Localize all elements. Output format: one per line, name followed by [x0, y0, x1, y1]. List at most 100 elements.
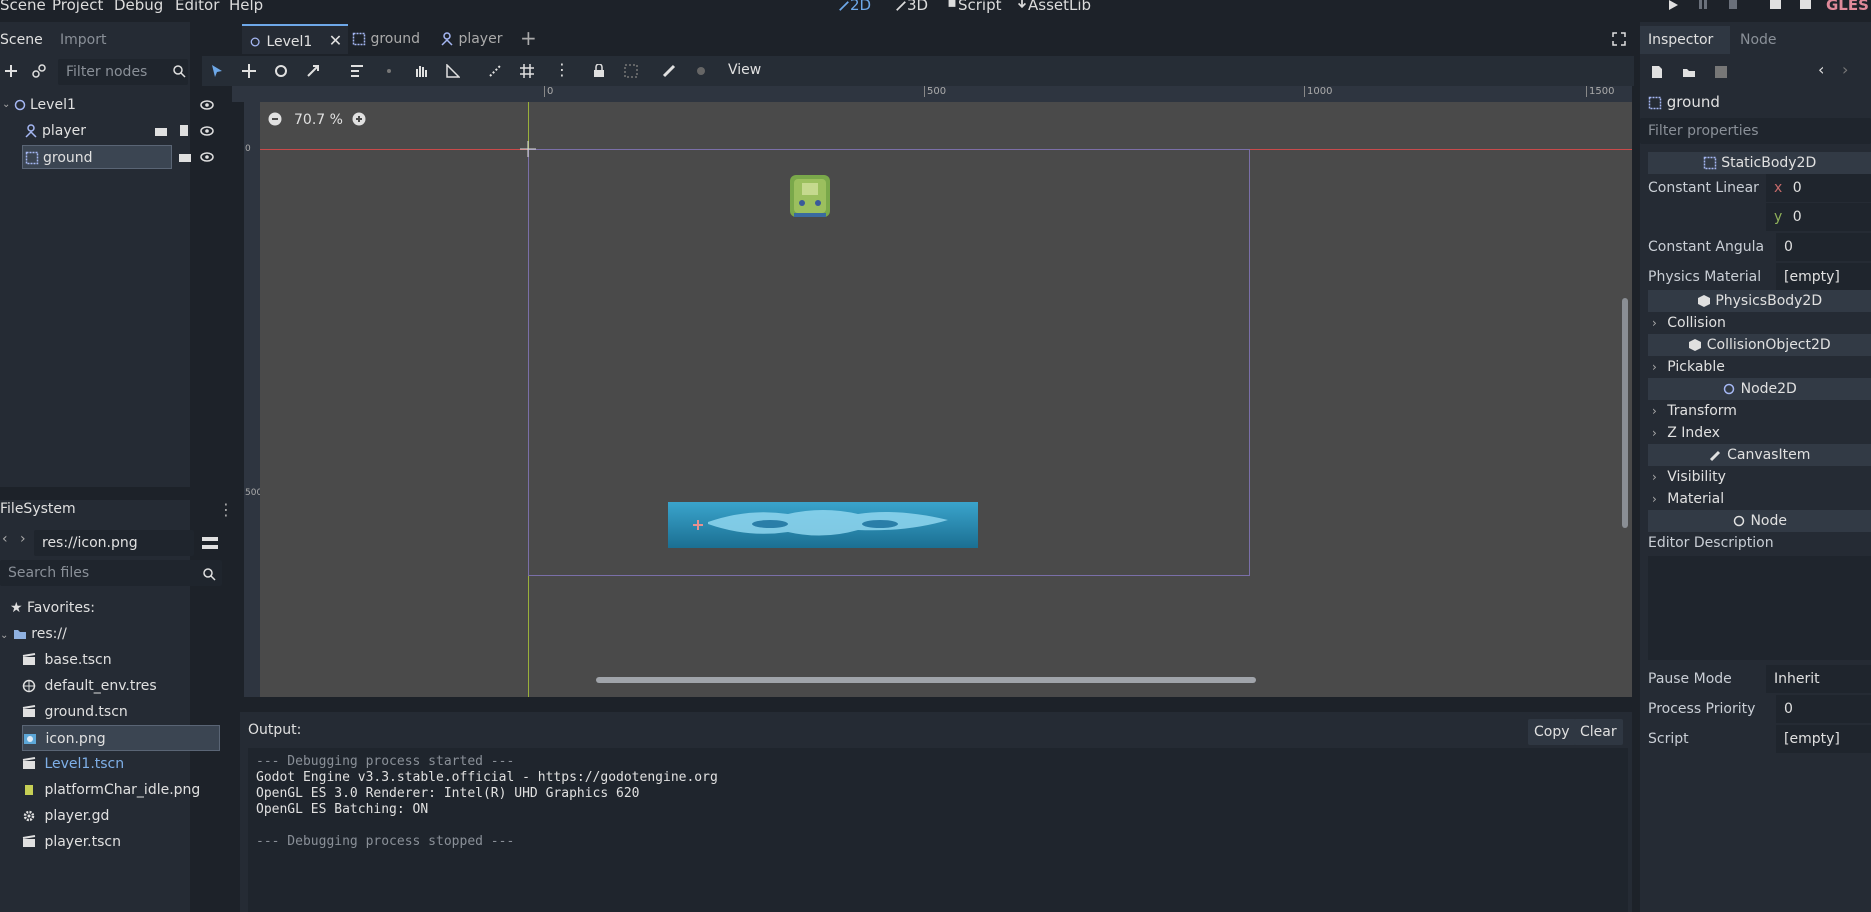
menu-project[interactable]: Project	[52, 0, 103, 14]
file-item[interactable]: ground.tscn	[22, 699, 128, 725]
file-item-selected[interactable]: icon.png	[22, 725, 220, 751]
split-view-icon[interactable]	[202, 535, 218, 551]
menu-debug[interactable]: Debug	[114, 0, 163, 14]
select-mode-icon[interactable]	[210, 64, 224, 78]
add-node-icon[interactable]	[4, 64, 18, 78]
physics-material-field[interactable]: [empty]	[1776, 263, 1871, 291]
camera-override-icon[interactable]	[694, 64, 708, 78]
menu-scene[interactable]: Scene	[0, 0, 46, 14]
pause-mode-select[interactable]: Inherit	[1766, 665, 1871, 693]
visibility-icon[interactable]	[200, 99, 214, 111]
zoom-level[interactable]: 70.7 %	[294, 112, 343, 128]
close-icon[interactable]: ✕	[329, 31, 342, 50]
group-z-index[interactable]: › Z Index	[1652, 422, 1720, 444]
file-item[interactable]: player.gd	[22, 803, 109, 829]
copy-button[interactable]: Copy	[1528, 719, 1576, 745]
clear-button[interactable]: Clear	[1574, 719, 1623, 745]
pause-icon[interactable]	[1696, 0, 1710, 10]
mode-3d[interactable]: 3D	[895, 0, 928, 14]
mode-2d[interactable]: 2D	[838, 0, 871, 14]
history-forward-icon[interactable]: ›	[1842, 60, 1848, 79]
zoom-in-icon[interactable]	[352, 112, 366, 126]
back-icon[interactable]: ‹	[2, 531, 8, 547]
mode-script[interactable]: Script	[946, 0, 1002, 14]
file-item[interactable]: player.tscn	[22, 829, 121, 855]
save-icon[interactable]	[1714, 65, 1728, 79]
chevron-down-icon[interactable]: ⌄	[0, 630, 8, 641]
list-select-icon[interactable]	[350, 64, 364, 78]
load-resource-icon[interactable]	[1682, 65, 1696, 79]
group-collision[interactable]: › Collision	[1652, 312, 1726, 334]
editor-description-field[interactable]	[1648, 556, 1871, 660]
script-icon[interactable]	[178, 124, 190, 138]
add-tab-icon[interactable]: +	[520, 26, 537, 50]
instance-icon[interactable]	[154, 125, 168, 137]
zoom-out-icon[interactable]	[268, 112, 282, 126]
renderer-label[interactable]: GLES	[1826, 0, 1869, 14]
ruler-mode-icon[interactable]	[446, 64, 460, 78]
filesystem-title[interactable]: FileSystem	[0, 501, 76, 517]
move-mode-icon[interactable]	[242, 64, 256, 78]
play-scene-icon[interactable]	[1768, 0, 1782, 10]
stop-icon[interactable]	[1726, 0, 1740, 10]
menu-help[interactable]: Help	[229, 0, 263, 14]
tab-node[interactable]: Node	[1740, 26, 1777, 54]
vertical-scrollbar[interactable]	[1622, 298, 1628, 528]
pan-mode-icon[interactable]	[414, 64, 428, 78]
group-pickable[interactable]: › Pickable	[1652, 356, 1725, 378]
tab-scene[interactable]: Scene	[0, 29, 43, 51]
tree-node-ground[interactable]: ground	[22, 145, 172, 169]
path-field[interactable]: res://icon.png	[34, 530, 194, 556]
tab-player[interactable]: player	[440, 24, 502, 54]
forward-icon[interactable]: ›	[20, 531, 26, 547]
favorites-row[interactable]: ★ Favorites:	[10, 595, 95, 621]
visibility-icon[interactable]	[200, 125, 214, 137]
tree-node-level1[interactable]: ⌄ Level1	[0, 93, 214, 117]
lock-icon[interactable]	[592, 64, 606, 78]
constant-linear-x-field[interactable]: x 0	[1766, 174, 1871, 202]
grid-snap-icon[interactable]	[520, 64, 534, 78]
inspected-node[interactable]: ground	[1648, 90, 1720, 114]
play-custom-scene-icon[interactable]	[1798, 0, 1812, 10]
file-item[interactable]: default_env.tres	[22, 673, 157, 699]
tree-node-player[interactable]: player	[0, 119, 214, 143]
filter-nodes-input[interactable]: Filter nodes	[58, 59, 188, 85]
visibility-icon[interactable]	[200, 151, 214, 163]
new-resource-icon[interactable]	[1650, 65, 1664, 79]
search-icon[interactable]	[172, 64, 186, 78]
link-icon[interactable]	[32, 64, 46, 78]
dock-menu-icon[interactable]: ⋮	[218, 500, 234, 519]
pivot-icon[interactable]	[382, 64, 396, 78]
file-item[interactable]: Level1.tscn	[22, 751, 124, 777]
output-log[interactable]: --- Debugging process started --- Godot …	[248, 748, 1628, 912]
tab-ground[interactable]: ground	[352, 24, 420, 54]
mode-assetlib[interactable]: AssetLib	[1016, 0, 1091, 14]
tab-level1[interactable]: Level1 ✕	[242, 24, 348, 54]
scale-mode-icon[interactable]	[306, 64, 320, 78]
snap-options-icon[interactable]: ⋮	[554, 60, 570, 79]
filter-properties-input[interactable]: Filter properties	[1640, 118, 1871, 144]
group-transform[interactable]: › Transform	[1652, 400, 1737, 422]
ground-sprite[interactable]	[668, 502, 978, 548]
bone-icon[interactable]	[662, 64, 676, 78]
rotate-mode-icon[interactable]	[274, 64, 288, 78]
player-sprite[interactable]	[788, 173, 832, 221]
view-menu[interactable]: View	[728, 62, 761, 78]
constant-angular-field[interactable]: 0	[1776, 233, 1871, 261]
group-material[interactable]: › Material	[1652, 488, 1724, 510]
menu-editor[interactable]: Editor	[175, 0, 219, 14]
fullscreen-icon[interactable]	[1612, 32, 1626, 46]
file-item[interactable]: base.tscn	[22, 647, 112, 673]
search-files-input[interactable]: Search files	[0, 560, 222, 586]
instance-icon[interactable]	[178, 151, 192, 163]
group-visibility[interactable]: › Visibility	[1652, 466, 1726, 488]
history-back-icon[interactable]: ‹	[1818, 60, 1824, 79]
smart-snap-icon[interactable]	[488, 64, 502, 78]
chevron-down-icon[interactable]: ⌄	[2, 93, 10, 117]
script-field[interactable]: [empty]	[1776, 725, 1871, 753]
process-priority-field[interactable]: 0	[1776, 695, 1871, 723]
file-item[interactable]: platformChar_idle.png	[22, 777, 200, 803]
dock-divider[interactable]	[224, 22, 228, 912]
tab-import[interactable]: Import	[60, 29, 106, 51]
constant-linear-y-field[interactable]: y 0	[1766, 203, 1871, 231]
